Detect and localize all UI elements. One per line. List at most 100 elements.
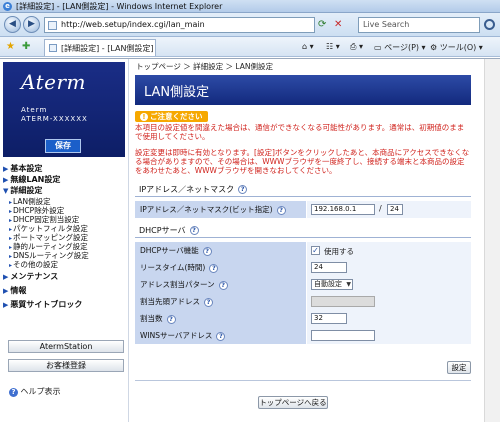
group-header: IPアドレス／ネットマスク? <box>135 183 471 197</box>
row-value <box>307 327 471 344</box>
sidebar-section-malicious-block[interactable]: ▶ 悪質サイトブロック <box>3 299 127 310</box>
device-model: Aterm <box>21 106 48 114</box>
submit-button[interactable]: 設定 <box>447 361 471 374</box>
help-link[interactable]: ? ヘルプ表示 <box>9 386 61 397</box>
notice-badge: ! ご注意ください <box>135 111 208 122</box>
sidebar-item-dhcp-exclude[interactable]: ▸DHCP除外設定 <box>3 205 127 215</box>
page-title: LAN側設定 <box>144 85 210 100</box>
sidebar-section-label: 基本設定 <box>10 164 43 173</box>
start-address-input <box>311 296 375 307</box>
row-label: リースタイム(時間)? <box>135 259 306 276</box>
row-label-text: WINSサーバアドレス <box>140 331 213 340</box>
ip-address-input[interactable]: 192.168.0.1 <box>311 204 375 215</box>
page-menu-button[interactable]: ▭ ページ(P) ▾ <box>374 42 426 53</box>
help-icon[interactable]: ? <box>189 226 199 235</box>
notice-badge-label: ご注意ください <box>150 112 203 121</box>
notice-box: ! ご注意ください 本項目の設定値を間違えた場合は、通信ができなくなる可能性があり… <box>135 111 471 175</box>
sidebar-section-advanced[interactable]: ▼ 詳細設定 <box>3 185 127 196</box>
sidebar-item-port-mapping[interactable]: ▸ポートマッピング設定 <box>3 232 127 242</box>
group-title: IPアドレス／ネットマスク <box>139 185 235 194</box>
help-icon[interactable]: ? <box>238 185 248 194</box>
tab-page-icon <box>49 44 57 52</box>
netmask-input[interactable]: 24 <box>387 204 403 215</box>
chevron-down-icon: ▼ <box>346 281 351 288</box>
row-label: 割当先頭アドレス? <box>135 293 306 310</box>
stop-icon[interactable]: ✕ <box>334 19 342 30</box>
feeds-icon[interactable]: ☷ ▾ <box>326 42 340 51</box>
sidebar-section-label: 悪質サイトブロック <box>10 300 83 309</box>
search-icon[interactable] <box>484 19 495 30</box>
favorites-star-icon[interactable]: ★ <box>6 41 15 52</box>
row-value <box>307 293 471 310</box>
help-icon[interactable]: ? <box>166 314 176 324</box>
back-button[interactable]: ◀ <box>4 16 21 33</box>
sidebar-item-lan[interactable]: ▸LAN側設定 <box>3 196 127 206</box>
forward-button[interactable]: ▶ <box>23 16 40 33</box>
window-title: [詳細設定] - [LAN側設定] - Windows Internet Exp… <box>16 2 223 11</box>
lease-time-input[interactable]: 24 <box>311 262 347 273</box>
print-icon[interactable]: ⎙ ▾ <box>350 42 363 52</box>
sidebar-item-packet-filter[interactable]: ▸パケットフィルタ設定 <box>3 223 127 233</box>
arrow-right-icon: ▶ <box>3 301 9 309</box>
sidebar-section-info[interactable]: ▶ 情報 <box>3 285 127 296</box>
page-icon <box>48 21 57 30</box>
sidebar-section-label: メンテナンス <box>10 272 59 281</box>
row-value: ✓ 使用する <box>307 242 471 259</box>
search-input[interactable]: Live Search <box>358 17 480 33</box>
tools-menu-button[interactable]: ⚙ ツール(O) ▾ <box>430 42 483 53</box>
assign-count-input[interactable]: 32 <box>311 313 347 324</box>
form-row-dhcp-function: DHCPサーバ機能? ✓ 使用する <box>135 242 471 259</box>
help-icon[interactable]: ? <box>218 280 228 290</box>
window-titlebar: e [詳細設定] - [LAN側設定] - Windows Internet E… <box>0 0 500 13</box>
notice-text-1: 本項目の設定値を間違えた場合は、通信ができなくなる可能性があります。通常は、初期… <box>135 123 465 141</box>
row-value: 192.168.0.1 / 24 <box>307 201 471 218</box>
help-icon[interactable]: ? <box>204 297 213 307</box>
arrow-down-icon: ▼ <box>3 187 9 195</box>
sidebar-section-wlan[interactable]: ▶ 無線LAN設定 <box>3 174 127 185</box>
dhcp-enable-label: 使用する <box>324 247 354 256</box>
assign-pattern-select[interactable]: 自動設定 ▼ <box>311 279 353 290</box>
dhcp-enable-checkbox[interactable]: ✓ <box>311 246 320 255</box>
sidebar-item-label: その他の設定 <box>13 260 59 269</box>
form-row-lease-time: リースタイム(時間)? 24 <box>135 259 471 276</box>
refresh-icon[interactable]: ⟳ <box>318 19 326 30</box>
sidebar-item-dns-routing[interactable]: ▸DNSルーティング設定 <box>3 250 127 260</box>
warning-icon: ! <box>140 113 148 121</box>
sidebar: Aterm Aterm ATERM-XXXXXX 保存 ▶ 基本設定 ▶ 無線LAN… <box>0 59 129 422</box>
browser-tab[interactable]: [詳細設定] - [LAN側設定] <box>44 39 156 56</box>
form-row-assign-count: 割当数? 32 <box>135 310 471 327</box>
vertical-scrollbar[interactable] <box>484 59 500 422</box>
row-value: 自動設定 ▼ <box>307 276 471 293</box>
device-name: ATERM-XXXXXX <box>21 115 88 123</box>
help-icon[interactable]: ? <box>276 205 286 215</box>
row-label: アドレス割当パターン? <box>135 276 306 293</box>
group-title: DHCPサーバ <box>139 226 186 235</box>
dhcp-server-group: DHCPサーバ? DHCPサーバ機能? ✓ 使用する リースタイム(時間)? 2… <box>135 224 471 344</box>
aterm-station-button[interactable]: AtermStation <box>8 340 124 353</box>
notice-text-2: 設定変更は即時に有効となります。[設定]ボタンをクリックしたあと、本商品にアクセ… <box>135 148 470 175</box>
customer-registration-button[interactable]: お客様登録 <box>8 359 124 372</box>
row-label-text: アドレス割当パターン <box>140 280 215 289</box>
sidebar-section-maintenance[interactable]: ▶ メンテナンス <box>3 271 127 282</box>
wins-server-input[interactable] <box>311 330 375 341</box>
sidebar-item-dhcp-fixed[interactable]: ▸DHCP固定割当設定 <box>3 214 127 224</box>
ie-logo-icon: e <box>3 2 12 11</box>
help-icon[interactable]: ? <box>202 246 212 256</box>
group-header: DHCPサーバ? <box>135 224 471 238</box>
sidebar-section-basic[interactable]: ▶ 基本設定 <box>3 163 127 174</box>
form-row-assign-pattern: アドレス割当パターン? 自動設定 ▼ <box>135 276 471 293</box>
row-label-text: IPアドレス／ネットマスク(ビット指定) <box>140 205 273 214</box>
arrow-right-icon: ▶ <box>3 287 9 295</box>
sidebar-item-other[interactable]: ▸その他の設定 <box>3 259 127 269</box>
save-button[interactable]: 保存 <box>45 139 81 153</box>
add-favorite-icon[interactable]: ✚ <box>22 41 30 52</box>
back-to-top-button[interactable]: トップページへ戻る <box>258 396 328 409</box>
ip-address-group: IPアドレス／ネットマスク? IPアドレス／ネットマスク(ビット指定)? 192… <box>135 183 471 218</box>
sidebar-item-static-routing[interactable]: ▸静的ルーティング設定 <box>3 241 127 251</box>
arrow-right-icon: ▶ <box>3 176 9 184</box>
home-icon[interactable]: ⌂ ▾ <box>302 42 314 51</box>
help-icon[interactable]: ? <box>209 263 219 273</box>
mask-separator: / <box>379 204 382 213</box>
address-field[interactable]: http://web.setup/index.cgi/lan_main <box>44 17 315 33</box>
help-icon[interactable]: ? <box>216 331 226 341</box>
